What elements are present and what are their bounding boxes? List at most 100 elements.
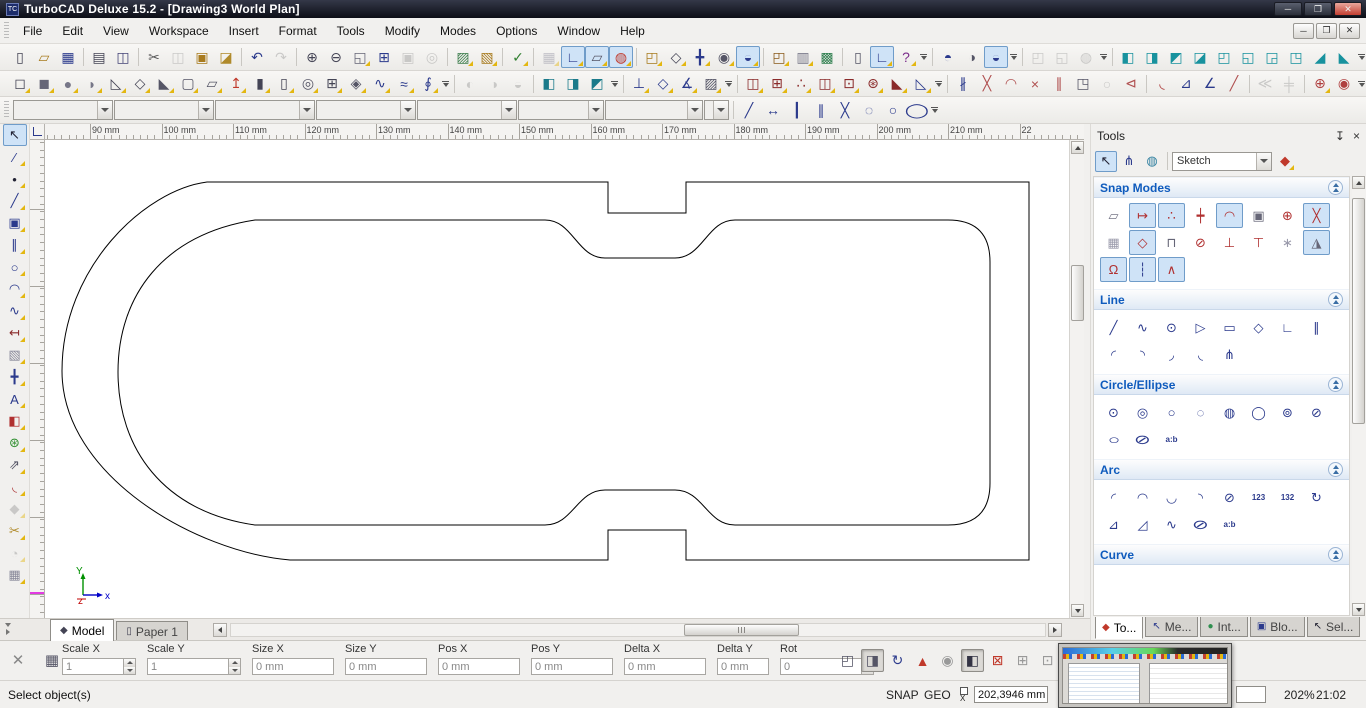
no-snap-button[interactable]: ▱ [1100,203,1127,228]
ellipse-shape-tool[interactable]: ○ [1100,427,1127,452]
chevron-down-icon[interactable] [713,101,728,119]
menu-item[interactable]: Tools [327,20,375,42]
scroll-right-button[interactable] [1048,623,1062,637]
section-header-circle-ellipse[interactable]: Circle/Ellipse [1094,374,1349,395]
menu-item[interactable]: Options [486,20,547,42]
toolbar-overflow-button[interactable] [1098,46,1109,68]
preview-thumbnail-window[interactable] [1058,643,1232,708]
menu-item[interactable]: Format [269,20,327,42]
segment-edit-button[interactable]: ↔ [761,99,785,121]
close-button[interactable]: ✕ [1334,2,1362,16]
snap-quadrant-button[interactable]: ▣ [1245,203,1272,228]
tangent-point-circle-tool[interactable]: ◍ [1216,400,1243,425]
tangent-line-arc-tool[interactable]: ◿ [1129,512,1156,537]
perpendicular-to-arc-tool[interactable]: ◟ [1187,342,1214,367]
circular-arc-tool[interactable]: ↻ [1303,485,1330,510]
snap-divide-button[interactable]: ┆ [1129,257,1156,282]
copy-entity-button[interactable]: ◰ [767,46,791,68]
inspector-input[interactable] [252,658,334,675]
insert-picture-button[interactable]: ▨ [451,46,475,68]
brush-style-combo[interactable] [605,100,703,120]
paste-properties-button[interactable]: ◰ [836,649,859,672]
sheet-tab-paper1[interactable]: ▯Paper 1 [116,621,188,641]
render-teapot-button[interactable]: ◒ [736,46,760,68]
select-group-button[interactable]: ◰ [1026,46,1050,68]
format-painter-button[interactable]: ◪ [214,46,238,68]
concentric-circle-tool[interactable]: ◎ [1129,400,1156,425]
tab-scroll-left-button[interactable] [213,623,227,637]
rectangle-line-tool[interactable]: ▭ [1216,315,1243,340]
zoom-previous-button[interactable]: ◎ [420,46,444,68]
parallel-line-tool[interactable]: ∥ [1303,315,1330,340]
polyline-tool[interactable]: ∿ [1129,315,1156,340]
select-tool[interactable]: ↖ [3,124,27,146]
collapse-chevron-icon[interactable] [1328,547,1343,562]
title-bar[interactable]: TC TurboCAD Deluxe 15.2 - [Drawing3 Worl… [0,0,1366,18]
wireframe-cube-button[interactable]: ◇ [664,46,688,68]
point-tool[interactable]: • [3,168,27,190]
grid-toggle-button[interactable]: ▦ [537,46,561,68]
knife-tool[interactable]: ✂ [3,520,27,542]
perpendicular-line-tool[interactable]: ∟ [1274,315,1301,340]
toolbar-dock-handles[interactable] [0,618,16,640]
inspector-input[interactable] [438,658,520,675]
snap-nearest-button[interactable]: ↦ [1129,203,1156,228]
print-preview-button[interactable]: ◫ [111,46,135,68]
snap-tangent-button[interactable]: ⊘ [1187,230,1214,255]
arc-1-2-3-tool[interactable]: 123 [1245,485,1272,510]
render-hidden-line-button[interactable]: ◑ [960,46,984,68]
palette-tab-measure[interactable]: ↖Me... [1145,617,1198,637]
inspector-input[interactable] [345,658,427,675]
palette-modify-brush-button[interactable]: ◆ [1274,151,1296,172]
collapse-chevron-icon[interactable] [1328,180,1343,195]
object-3d-tool[interactable]: ◆ [3,498,27,520]
rotate-mode-button[interactable]: ↻ [886,649,909,672]
crop-tool[interactable]: ◳ [1071,73,1095,95]
parallel-edit-button[interactable]: ∥ [809,99,833,121]
node-add-button[interactable]: ┃ [785,99,809,121]
render-quality-button[interactable]: ◒ [984,46,1008,68]
fixed-ratio-arc-tool[interactable]: a:b [1216,512,1243,537]
menu-item[interactable]: View [93,20,139,42]
new-button[interactable]: ▯ [8,46,32,68]
s-curve-arc-tool[interactable]: ∿ [1158,512,1185,537]
zoom-printed-page-button[interactable]: ▣ [396,46,420,68]
paint-can-button[interactable]: ◍ [609,46,633,68]
toolbar-grip[interactable] [4,22,9,40]
two-point-circle-tool[interactable]: ○ [1158,400,1185,425]
fit-arc-tool[interactable]: ◠ [999,73,1023,95]
snap-intersection-button[interactable]: ╳ [1303,203,1330,228]
emblem-tool[interactable]: ◉ [1332,73,1356,95]
zoom-extents-button[interactable]: ⊞ [372,46,396,68]
menu-item[interactable]: File [13,20,52,42]
ornament-tool[interactable]: ⊕ [1308,73,1332,95]
open-button[interactable]: ▱ [32,46,56,68]
arc-1-3-2-tool[interactable]: 132 [1274,485,1301,510]
three-point-arc-tool[interactable]: ◝ [1187,485,1214,510]
panel-node-edit-button[interactable]: ⋔ [1118,151,1140,172]
color-bars-button[interactable]: ▩ [815,46,839,68]
object-trim-tool[interactable]: × [1023,73,1047,95]
chevron-down-icon[interactable] [97,101,112,119]
x-coordinate-value[interactable]: 202,3946 mm [974,686,1048,703]
snap-star-button[interactable]: ∗ [1274,230,1301,255]
menu-item[interactable]: Edit [52,20,93,42]
resize-grid-button[interactable]: ⊞ [1011,649,1034,672]
pan-3d-button[interactable]: ╋ [688,46,712,68]
hatch-pattern-tool[interactable]: ▨ [699,73,723,95]
inspector-input[interactable] [624,658,706,675]
toolbar-overflow-button[interactable] [1356,73,1366,95]
spinner-control[interactable] [229,658,241,675]
boolean-subtract-button[interactable]: ◑ [482,73,506,95]
collapse-chevron-icon[interactable] [1328,462,1343,477]
resize-grid-2-button[interactable]: ⊡ [1036,649,1059,672]
flag-tool[interactable]: ⊲ [1119,73,1143,95]
sheet-tab-model[interactable]: ◆Model [50,619,114,641]
chevron-down-icon[interactable] [501,101,516,119]
rotated-arc-tool[interactable]: ⊘ [1187,512,1214,537]
chevron-down-icon[interactable] [400,101,415,119]
polygon-tool[interactable]: ▷ [1187,315,1214,340]
tangent-line-circle-tool[interactable]: ◯ [1245,400,1272,425]
chevron-down-icon[interactable] [588,101,603,119]
toolbar-overflow-button[interactable] [918,46,929,68]
